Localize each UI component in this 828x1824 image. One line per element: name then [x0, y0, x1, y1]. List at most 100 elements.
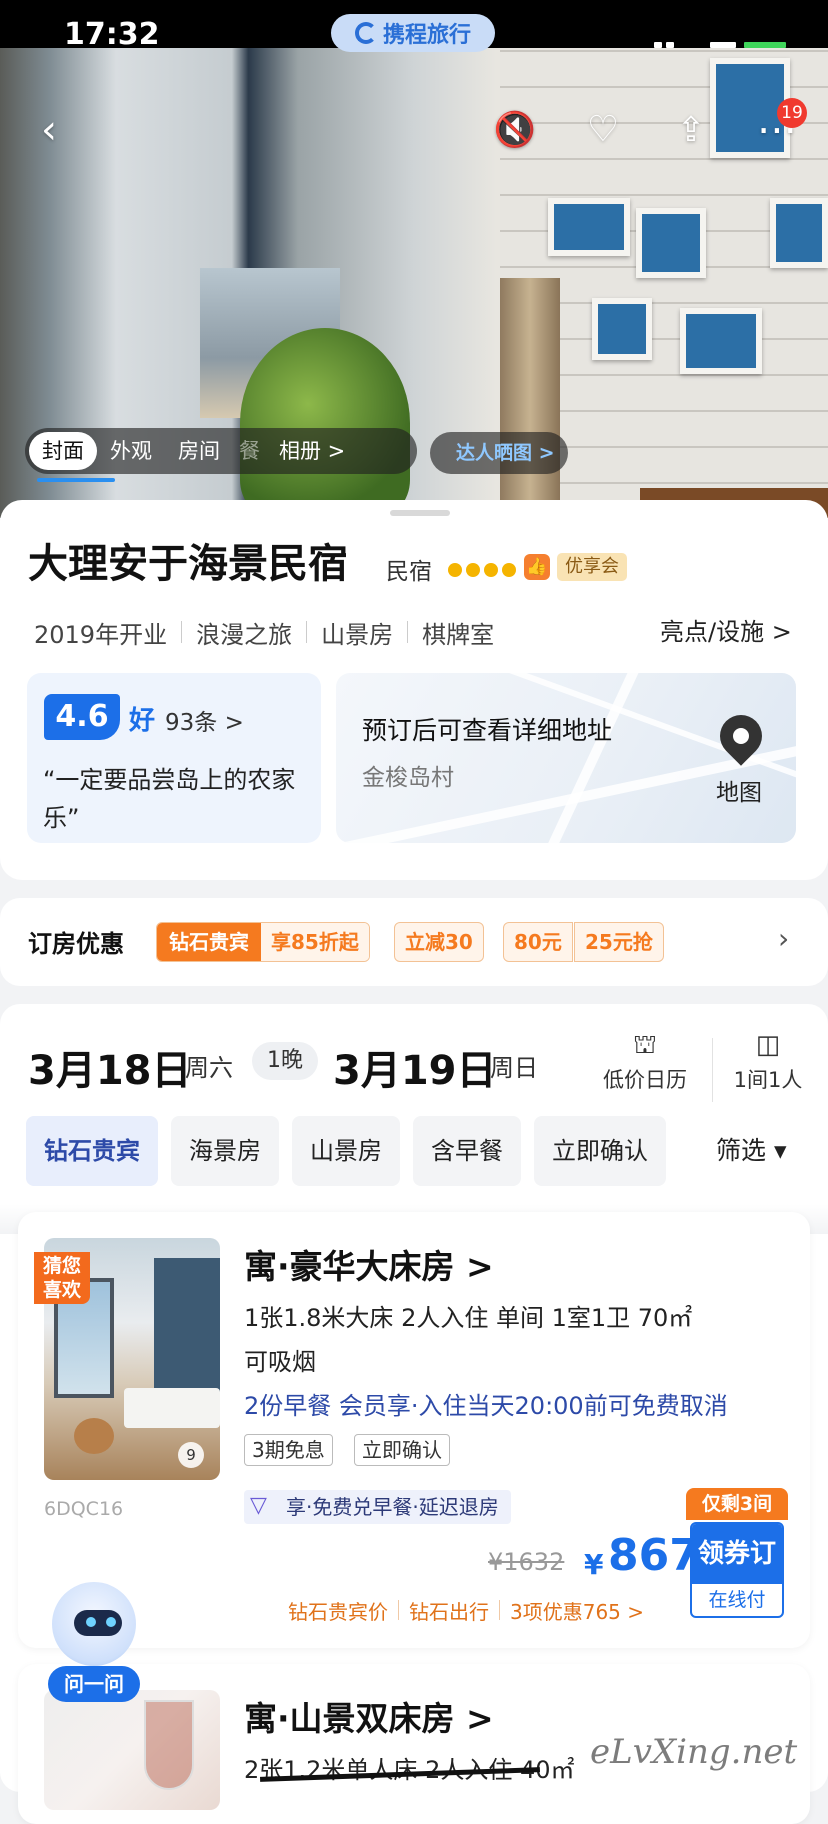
calendar-label: 低价日历 [603, 1068, 687, 1092]
filter-breakfast[interactable]: 含早餐 [413, 1116, 521, 1186]
battery-icon [744, 42, 786, 48]
checkin-weekday: 周六 [185, 1054, 233, 1082]
diamond-icon: ▽ [250, 1493, 267, 1518]
price-tags[interactable]: 钻石贵宾价 钻石出行 3项优惠765 > [288, 1594, 644, 1626]
nights-count: 1晚 [252, 1042, 318, 1080]
promo-tag: 25元抢 [574, 922, 664, 962]
price-calendar-icon: ⛫ [633, 1030, 657, 1060]
thumbs-up-icon: 👍 [524, 554, 550, 580]
checkout-weekday: 周日 [490, 1054, 538, 1082]
recommended-tag: 猜您喜欢 [34, 1252, 90, 1304]
hotel-name: 大理安于海景民宿 [28, 541, 348, 587]
room-title[interactable]: 寓·山景双床房 > [244, 1692, 494, 1740]
checkout-date[interactable]: 3月19日 [333, 1038, 497, 1096]
favorite-heart-icon[interactable]: ♡ [578, 105, 628, 155]
brand-pill: 携程旅行 [331, 14, 495, 52]
room-filters: 钻石贵宾 海景房 山景房 含早餐 立即确认 [26, 1116, 690, 1186]
wall-photo [636, 208, 706, 278]
gallery-tabs: 封面 外观 房间 餐 相册 > [25, 428, 417, 474]
tag-room: 山景房 [321, 620, 394, 649]
robot-avatar-icon [52, 1582, 136, 1666]
pay-label: 在线付 [708, 1589, 766, 1611]
talent-photos-button[interactable]: 达人晒图 > [430, 432, 568, 474]
star-icon [484, 563, 498, 577]
drag-handle[interactable] [390, 510, 450, 516]
price-tag: 3项优惠765 > [510, 1599, 645, 1624]
member-benefit: 享·免费兑早餐·延迟退房 [244, 1490, 511, 1524]
hotel-info-card: 大理安于海景民宿 民宿 👍 优享会 2019年开业 浪漫之旅 山景房 棋牌室 亮… [0, 500, 828, 880]
wall-photo [680, 308, 762, 374]
back-icon[interactable]: ‹ [24, 105, 74, 155]
booking-promotions[interactable]: 订房优惠 钻石贵宾 享85折起 立减30 80元 25元抢 › [0, 898, 828, 986]
filter-button[interactable]: 筛选 ▾ [716, 1116, 787, 1186]
mute-icon[interactable]: 🔇 [490, 105, 540, 155]
wall-photo [592, 298, 652, 360]
tab-dining[interactable]: 餐 [233, 432, 266, 470]
stock-tag: 仅剩3间 [686, 1488, 788, 1520]
promo-tag: 80元 [503, 922, 573, 962]
notification-badge: 19 [777, 98, 807, 128]
book-button[interactable]: 领券订 在线付 [690, 1522, 784, 1618]
tab-rooms[interactable]: 房间 [165, 432, 233, 470]
tag-opened: 2019年开业 [34, 620, 168, 649]
review-score-label: 好 [129, 706, 156, 736]
active-tab-indicator [37, 478, 115, 482]
star-icon [448, 563, 462, 577]
signal-icon [666, 42, 674, 48]
diamond-label: 钻石贵宾 [157, 923, 261, 961]
currency-symbol: ¥ [584, 1548, 604, 1581]
low-price-calendar-button[interactable]: ⛫ 低价日历 [595, 1030, 695, 1094]
ask-button[interactable]: 问一问 [48, 1666, 140, 1702]
room-photo[interactable] [44, 1690, 220, 1810]
original-price: ¥1632 [488, 1548, 565, 1576]
checkin-date[interactable]: 3月18日 [28, 1038, 192, 1096]
filter-sea-view[interactable]: 海景房 [171, 1116, 279, 1186]
member-tag[interactable]: 优享会 [557, 553, 627, 581]
wooden-post [500, 278, 560, 518]
tab-album[interactable]: 相册 > [266, 432, 358, 470]
facilities-link[interactable]: 亮点/设施 > [660, 612, 792, 652]
diamond-discount: 享85折起 [261, 923, 369, 961]
chevron-right-icon[interactable]: › [778, 922, 789, 955]
review-summary[interactable]: 4.6 好 93条 > “一定要品尝岛上的农家乐” [27, 673, 321, 843]
hotel-type: 民宿 [386, 559, 432, 585]
assistant-widget[interactable]: 问一问 [48, 1580, 140, 1702]
promotions-title: 订房优惠 [28, 930, 124, 958]
price-tag: 钻石出行 [409, 1599, 489, 1624]
tag-theme: 浪漫之旅 [196, 620, 293, 649]
location-map[interactable]: 预订后可查看详细地址 金梭岛村 地图 [336, 673, 796, 843]
tab-exterior[interactable]: 外观 [97, 432, 165, 470]
price-tag: 钻石贵宾价 [288, 1599, 388, 1624]
room-price: 867 [608, 1530, 700, 1581]
review-count: 93条 > [165, 710, 244, 736]
filter-instant-confirm[interactable]: 立即确认 [534, 1116, 666, 1186]
installment-tag: 3期免息 [244, 1434, 333, 1466]
book-label: 领券订 [692, 1524, 782, 1584]
potted-plant [240, 328, 410, 518]
signal-icon [654, 42, 662, 48]
smoking-policy: 可吸烟 [244, 1348, 316, 1376]
watermark: eLvXing.net [590, 1732, 798, 1772]
address-hint: 预订后可查看详细地址 [362, 716, 613, 745]
wifi-icon [710, 42, 736, 48]
tab-cover[interactable]: 封面 [29, 432, 97, 470]
instant-confirm-tag: 立即确认 [354, 1434, 450, 1466]
door-icon: ◫ [755, 1030, 781, 1060]
promo-tag: 立减30 [394, 922, 484, 962]
star-icon [502, 563, 516, 577]
wall-photo [770, 198, 828, 268]
address-area: 金梭岛村 [362, 765, 454, 791]
room-title[interactable]: 寓·豪华大床房 > [244, 1240, 494, 1288]
filter-diamond[interactable]: 钻石贵宾 [26, 1116, 158, 1186]
rooms-guests-button[interactable]: ◫ 1间1人 [728, 1030, 808, 1094]
map-label: 地图 [716, 780, 762, 806]
filter-mountain-view[interactable]: 山景房 [292, 1116, 400, 1186]
wall-photo [548, 198, 630, 256]
room-specs: 1张1.8米大床 2人入住 单间 1室1卫 70㎡ [244, 1304, 693, 1332]
diamond-vip-tag: 钻石贵宾 享85折起 [156, 922, 370, 962]
brand-logo-icon [354, 22, 377, 44]
room-code: 6DQC16 [44, 1498, 124, 1520]
guests-label: 1间1人 [733, 1068, 803, 1092]
share-icon[interactable]: ⇪ [666, 105, 716, 155]
review-quote: “一定要品尝岛上的农家乐” [43, 766, 296, 832]
